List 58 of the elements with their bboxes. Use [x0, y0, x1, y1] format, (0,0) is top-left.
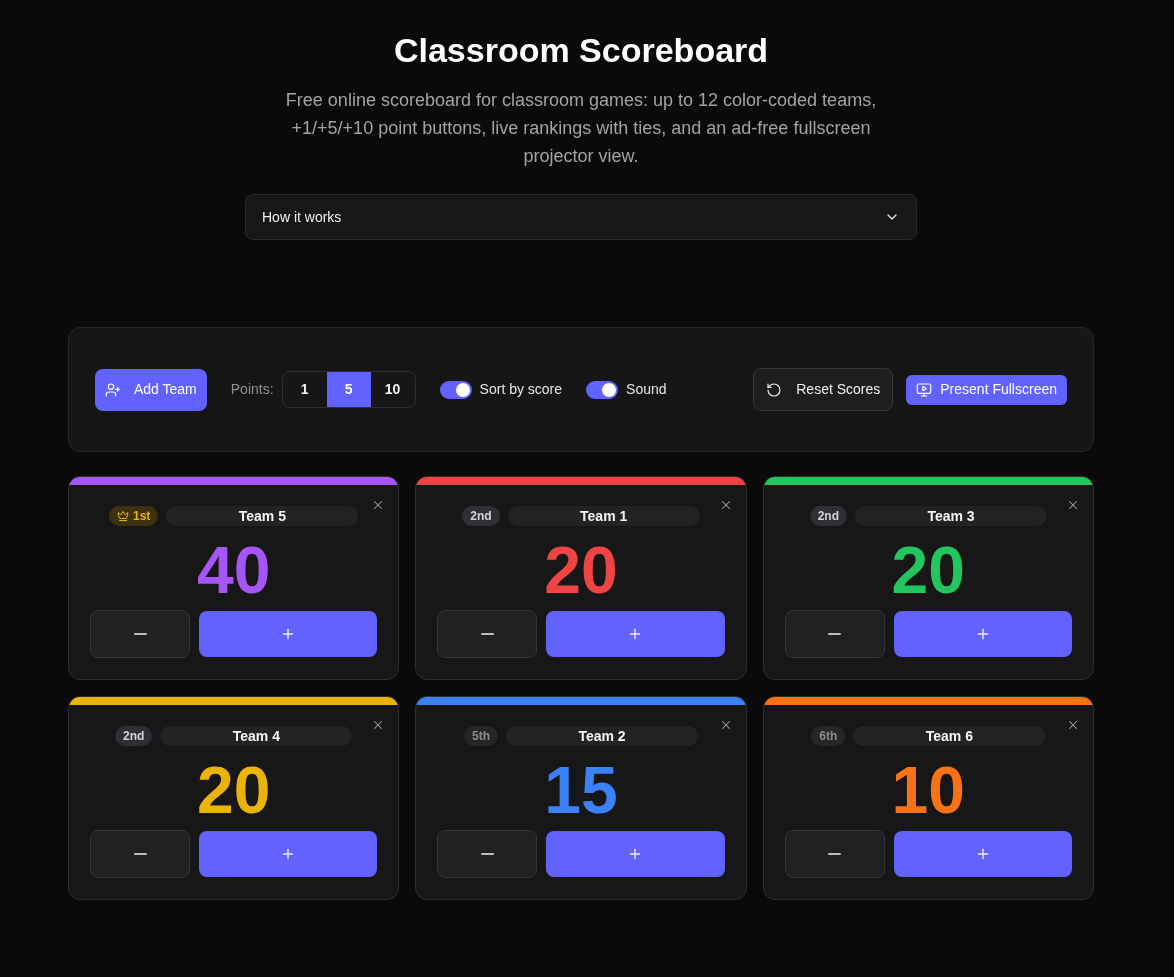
crown-icon — [117, 510, 129, 522]
toggle-switch[interactable] — [439, 380, 472, 399]
reset-scores-button[interactable]: Reset Scores — [753, 368, 894, 411]
increase-button[interactable] — [199, 611, 378, 657]
points-label: Points: — [230, 380, 274, 399]
team-name-field[interactable]: Team 5 — [166, 506, 359, 526]
minus-icon — [133, 633, 147, 635]
minus-icon — [133, 853, 147, 855]
close-icon — [1066, 718, 1080, 732]
points-option[interactable]: 1 — [282, 372, 327, 407]
points-option[interactable]: 5 — [326, 372, 371, 407]
rank-badge: 6th — [811, 726, 846, 746]
team-score: 20 — [195, 757, 272, 823]
how-it-works-accordion[interactable]: How it works — [245, 194, 917, 240]
team-score: 20 — [890, 537, 967, 603]
rank-badge: 2nd — [462, 506, 500, 526]
team-name-field[interactable]: Team 3 — [855, 506, 1047, 526]
page-description: Free online scoreboard for classroom games: up to 12 color-coded teams, +1/+5/+10 point buttons, live rankings with ties, and an ad-free fullscreen projector view. — [284, 89, 878, 168]
team-score: 10 — [890, 757, 967, 823]
toggle-switch[interactable] — [586, 380, 619, 399]
team-name-field[interactable]: Team 4 — [160, 726, 353, 746]
team-score: 20 — [543, 537, 619, 603]
team-score: 40 — [195, 537, 272, 603]
rotate-ccw-icon — [766, 381, 783, 398]
decrease-button[interactable] — [437, 610, 538, 658]
remove-team-button[interactable] — [1066, 498, 1080, 512]
decrease-button[interactable] — [90, 610, 190, 658]
decrease-button[interactable] — [784, 610, 885, 658]
minus-icon — [480, 853, 494, 855]
add-team-button[interactable]: Add Team — [95, 368, 207, 411]
increase-button[interactable] — [199, 831, 378, 877]
decrease-button[interactable] — [90, 830, 190, 878]
team-score: 15 — [543, 757, 619, 823]
minus-icon — [828, 633, 842, 635]
rank-badge: 5th — [464, 726, 498, 746]
team-name-field[interactable]: Team 1 — [507, 506, 700, 526]
rank-badge: 1st — [109, 506, 159, 526]
minus-icon — [480, 633, 494, 635]
toggle-label: Sort by score — [479, 380, 563, 399]
minus-icon — [828, 853, 842, 855]
increase-button[interactable] — [546, 831, 725, 877]
team-name-field[interactable]: Team 6 — [853, 726, 1046, 746]
toggle-label: Sound — [626, 380, 667, 399]
rank-badge: 2nd — [809, 506, 847, 526]
decrease-button[interactable] — [784, 830, 885, 878]
close-icon — [1066, 498, 1080, 512]
increase-button[interactable] — [893, 611, 1072, 657]
increase-button[interactable] — [546, 611, 725, 657]
remove-team-button[interactable] — [1066, 718, 1080, 732]
page-title: Classroom Scoreboard — [393, 30, 769, 70]
monitor-play-icon — [916, 381, 933, 398]
rank-badge: 2nd — [115, 726, 153, 746]
decrease-button[interactable] — [437, 830, 538, 878]
increase-button[interactable] — [893, 831, 1072, 877]
present-fullscreen-button[interactable]: Present Fullscreen — [906, 374, 1067, 405]
user-plus-icon — [105, 381, 121, 398]
team-name-field[interactable]: Team 2 — [506, 726, 698, 746]
points-option[interactable]: 10 — [370, 372, 415, 407]
